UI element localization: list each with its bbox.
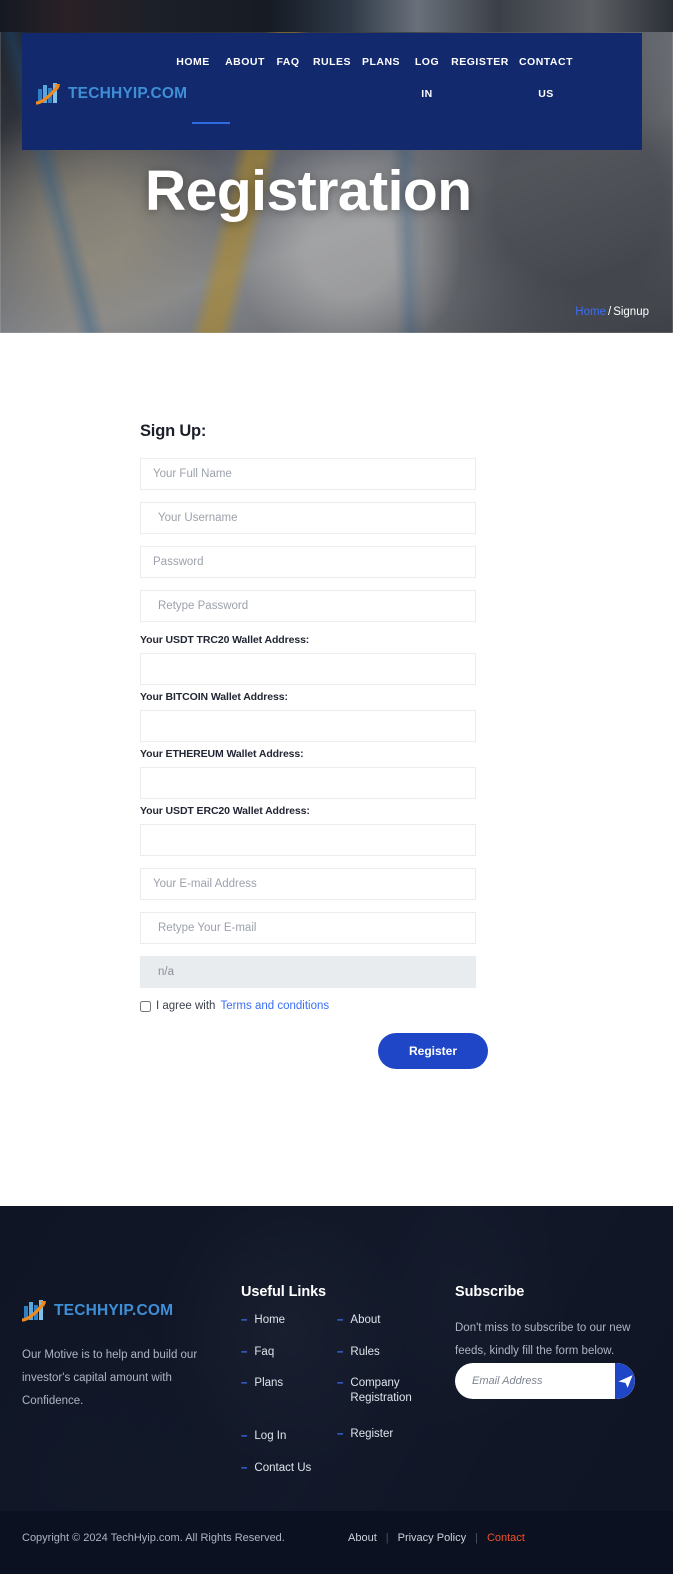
footer-link-login[interactable]: – Log In — [241, 1429, 331, 1444]
usdt-trc20-input[interactable] — [140, 653, 476, 685]
dash-icon: – — [241, 1461, 248, 1474]
dash-icon: – — [241, 1377, 248, 1390]
nav-links: HOME ABOUT FAQ RULES PLANS LOG IN REGISTE… — [170, 55, 630, 102]
dash-icon: – — [337, 1377, 344, 1390]
registration-page: Registration Home / Signup TECHHYIP.COM HO… — [0, 0, 673, 1574]
footer-link-rules[interactable]: – Rules — [337, 1345, 437, 1360]
footer-bottom-link-about[interactable]: About — [348, 1532, 377, 1544]
footer-logo[interactable]: TECHHYIP.COM — [22, 1298, 173, 1324]
nav-item-login[interactable]: LOG IN — [410, 55, 444, 102]
dash-icon: – — [241, 1345, 248, 1358]
usdt-erc20-label: Your USDT ERC20 Wallet Address: — [140, 805, 310, 817]
password-input[interactable]: Password — [140, 546, 476, 578]
terms-checkbox[interactable] — [140, 1000, 151, 1012]
footer-link-register[interactable]: – Register — [337, 1427, 437, 1442]
footer-description: Our Motive is to help and build our inve… — [22, 1349, 198, 1407]
footer-links-column-1: – Home – Faq – Plans – Log In – Contact Us — [241, 1313, 331, 1476]
nav-item-register[interactable]: REGISTER — [448, 55, 512, 102]
footer-links-column-2: – About – Rules – Company Registration – Reg… — [337, 1313, 437, 1442]
useful-links-heading: Useful Links — [241, 1284, 327, 1300]
signup-form: Sign Up: Your Full Name Your Username Pa… — [140, 422, 488, 1069]
footer-link-contact-us[interactable]: – Contact Us — [241, 1461, 331, 1476]
navbar: TECHHYIP.COM HOME ABOUT FAQ RULES PLANS … — [22, 33, 642, 150]
footer-bottom-links: About | Privacy Policy | Contact — [348, 1532, 525, 1544]
dash-icon: – — [241, 1430, 248, 1443]
copyright-text: Copyright © 2024 TechHyip.com. All Right… — [22, 1532, 285, 1544]
footer-link-home[interactable]: – Home — [241, 1313, 331, 1328]
retype-password-input[interactable]: Retype Password — [140, 590, 476, 622]
ethereum-input[interactable] — [140, 767, 476, 799]
dash-icon: – — [337, 1345, 344, 1358]
separator: | — [385, 1532, 389, 1544]
breadcrumb-current: Signup — [613, 306, 649, 318]
subscribe-description: Don't miss to subscribe to our new feeds… — [455, 1322, 631, 1357]
full-name-input[interactable]: Your Full Name — [140, 458, 476, 490]
page-title: Registration — [145, 159, 472, 223]
referral-select[interactable]: n/a — [140, 956, 476, 988]
dash-icon: – — [337, 1314, 344, 1326]
nav-item-about[interactable]: ABOUT — [221, 55, 269, 102]
footer-logo-text: TECHHYIP.COM — [54, 1302, 174, 1319]
bitcoin-label: Your BITCOIN Wallet Address: — [140, 691, 288, 703]
nav-item-home[interactable]: HOME — [170, 55, 216, 102]
nav-item-plans[interactable]: PLANS — [358, 55, 404, 102]
retype-email-input[interactable]: Retype Your E-mail — [140, 912, 476, 944]
ethereum-label: Your ETHEREUM Wallet Address: — [140, 748, 304, 760]
bitcoin-input[interactable] — [140, 710, 476, 742]
site-logo[interactable]: TECHHYIP.COM — [36, 81, 187, 107]
signup-heading: Sign Up: — [140, 422, 207, 440]
nav-item-contact[interactable]: CONTACT US — [516, 55, 576, 102]
dash-icon: – — [337, 1427, 344, 1440]
usdt-trc20-label: Your USDT TRC20 Wallet Address: — [140, 634, 310, 646]
subscribe-form — [455, 1363, 635, 1399]
username-input[interactable]: Your Username — [140, 502, 476, 534]
subscribe-email-input[interactable] — [455, 1363, 615, 1399]
footer-link-company-registration[interactable]: – Company Registration — [337, 1376, 437, 1405]
footer-bar-chart-swoosh-logo-icon — [22, 1300, 46, 1322]
nav-item-rules[interactable]: RULES — [310, 55, 354, 102]
footer-link-plans[interactable]: – Plans — [241, 1376, 331, 1391]
hero-top-strip — [0, 0, 673, 32]
footer-link-about[interactable]: – About — [337, 1313, 437, 1328]
register-button[interactable]: Register — [378, 1033, 488, 1069]
subscribe-heading: Subscribe — [455, 1284, 525, 1300]
submit-row: Register — [140, 1033, 488, 1069]
footer-link-faq[interactable]: – Faq — [241, 1345, 331, 1360]
bar-chart-swoosh-logo-icon — [36, 83, 60, 105]
footer-bottom-link-privacy-policy[interactable]: Privacy Policy — [398, 1532, 466, 1544]
paper-plane-icon — [617, 1374, 633, 1388]
breadcrumb-home-link[interactable]: Home — [575, 306, 606, 318]
separator: | — [475, 1532, 478, 1544]
terms-agreement[interactable]: I agree with Terms and conditions — [140, 1000, 476, 1012]
nav-active-underline — [192, 122, 230, 124]
usdt-erc20-input[interactable] — [140, 824, 476, 856]
breadcrumb-separator: / — [607, 306, 612, 318]
agree-text: I agree with — [156, 1000, 216, 1012]
terms-link[interactable]: Terms and conditions — [220, 1000, 329, 1012]
footer-bottom-link-contact[interactable]: Contact — [487, 1532, 525, 1544]
nav-item-faq[interactable]: FAQ — [273, 55, 303, 102]
email-input[interactable]: Your E-mail Address — [140, 868, 476, 900]
breadcrumb: Home / Signup — [575, 306, 649, 318]
dash-icon: – — [241, 1314, 248, 1326]
